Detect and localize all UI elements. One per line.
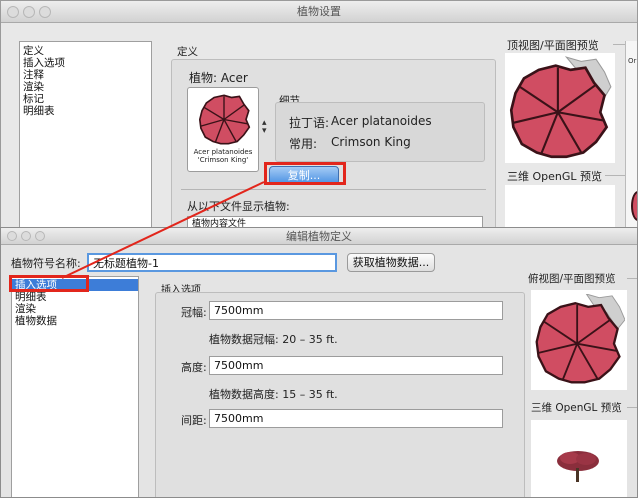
symbol-name-input[interactable]: 无标题植物-1	[87, 253, 337, 272]
opengl-preview-rule	[605, 175, 625, 176]
show-plants-from-file-label: 从以下文件显示植物:	[187, 200, 290, 213]
opengl-preview-label: 三维 OpenGL 预览	[531, 402, 622, 414]
plan-view-preview-pane	[531, 290, 627, 390]
window-title: 植物设置	[297, 5, 341, 18]
group-separator	[181, 189, 486, 190]
plant-3d-tree-preview	[557, 451, 599, 482]
close-window-button[interactable]	[7, 231, 17, 241]
spacing-input[interactable]: 7500mm	[209, 409, 503, 428]
plant-canopy-plan-preview	[535, 294, 625, 384]
height-label: 高度:	[181, 361, 207, 374]
minimize-window-button[interactable]	[21, 231, 31, 241]
edit-category-list[interactable]: 插入选项 明细表 渲染 植物数据	[11, 276, 139, 497]
details-group	[275, 102, 485, 162]
canopy-width-input[interactable]: 7500mm	[209, 301, 503, 320]
common-name-label: 常用:	[289, 137, 318, 151]
definition-section-title: 定义	[177, 46, 198, 58]
latin-name-value: Acer platanoides	[331, 114, 432, 128]
settings-category-list[interactable]: 定义 插入选项 注释 渲染 标记 明细表	[19, 41, 152, 239]
plant-thumbnail-button[interactable]: Acer platanoides 'Crimson King'	[187, 87, 259, 172]
plan-view-preview-label: 俯视图/平面图预览	[528, 273, 616, 285]
height-range: 植物数据高度: 15 – 35 ft.	[209, 388, 338, 401]
plant-canopy-top-preview	[509, 56, 612, 159]
category-item-schedule[interactable]: 明细表	[20, 105, 151, 117]
thumbnail-stepper-icon[interactable]: ▴ ▾	[262, 119, 267, 136]
minimize-window-button[interactable]	[23, 6, 35, 18]
opengl-preview-pane	[531, 420, 627, 497]
right-edge-canopy-fragment	[631, 191, 637, 221]
thumbnail-caption: Acer platanoides 'Crimson King'	[193, 148, 253, 164]
category-item-tags[interactable]: 标记	[20, 93, 151, 105]
close-window-button[interactable]	[7, 6, 19, 18]
zoom-window-button[interactable]	[35, 231, 45, 241]
height-input[interactable]: 7500mm	[209, 356, 503, 375]
category-item-notes[interactable]: 注释	[20, 69, 151, 81]
top-preview-rule	[613, 44, 625, 45]
plant-settings-window: 植物设置 定义 插入选项 注释 渲染 标记 明细表 定义 植物: Acer Ac…	[0, 0, 638, 240]
edit-plant-definition-window: 编辑植物定义 植物符号名称: 无标题植物-1 获取植物数据... 插入选项 明细…	[0, 227, 638, 498]
category-item-insert-options[interactable]: 插入选项	[20, 57, 151, 69]
plan-preview-rule	[627, 278, 637, 279]
category-item-plant-data[interactable]: 植物数据	[12, 315, 138, 327]
category-item-definition[interactable]: 定义	[20, 45, 151, 57]
common-name-value: Crimson King	[331, 135, 411, 149]
top-view-preview-pane	[505, 53, 615, 163]
plant-settings-titlebar: 植物设置	[1, 1, 637, 23]
canopy-width-range: 植物数据冠幅: 20 – 35 ft.	[209, 333, 338, 346]
symbol-name-label: 植物符号名称:	[11, 257, 81, 270]
canopy-width-label: 冠幅:	[181, 306, 207, 319]
opengl-preview-rule	[627, 407, 637, 408]
category-item-render[interactable]: 渲染	[20, 81, 151, 93]
latin-name-label: 拉丁语:	[289, 116, 330, 130]
fetch-plant-data-button[interactable]: 获取植物数据...	[347, 253, 435, 272]
edit-plant-titlebar: 编辑植物定义	[1, 228, 637, 245]
insert-options-highlight	[9, 275, 89, 292]
category-item-render[interactable]: 渲染	[12, 303, 138, 315]
spacing-label: 间距:	[181, 414, 207, 427]
plant-canopy-thumbnail	[198, 94, 251, 145]
window-title: 编辑植物定义	[286, 230, 352, 243]
zoom-window-button[interactable]	[39, 6, 51, 18]
right-edge-text: Or	[628, 57, 637, 65]
plant-name-label: 植物: Acer	[189, 71, 248, 85]
category-item-schedule[interactable]: 明细表	[12, 291, 138, 303]
top-view-preview-label: 顶视图/平面图预览	[507, 39, 599, 52]
copy-button-highlight	[264, 162, 346, 185]
opengl-preview-label: 三维 OpenGL 预览	[507, 170, 603, 183]
